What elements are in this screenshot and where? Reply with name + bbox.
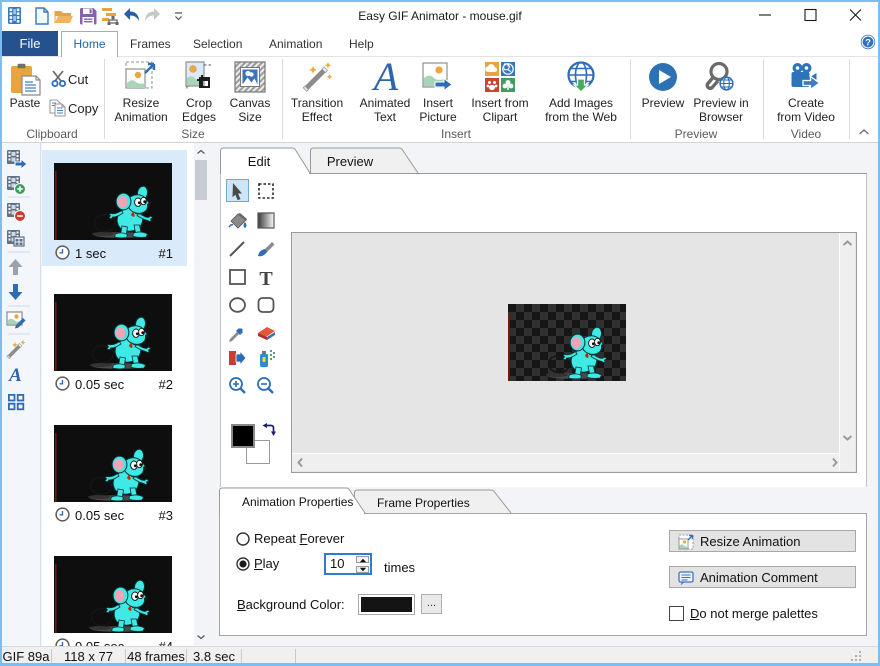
svg-text:?: ? xyxy=(865,38,871,49)
svg-text:A: A xyxy=(8,365,22,386)
svg-text:T: T xyxy=(259,268,273,290)
